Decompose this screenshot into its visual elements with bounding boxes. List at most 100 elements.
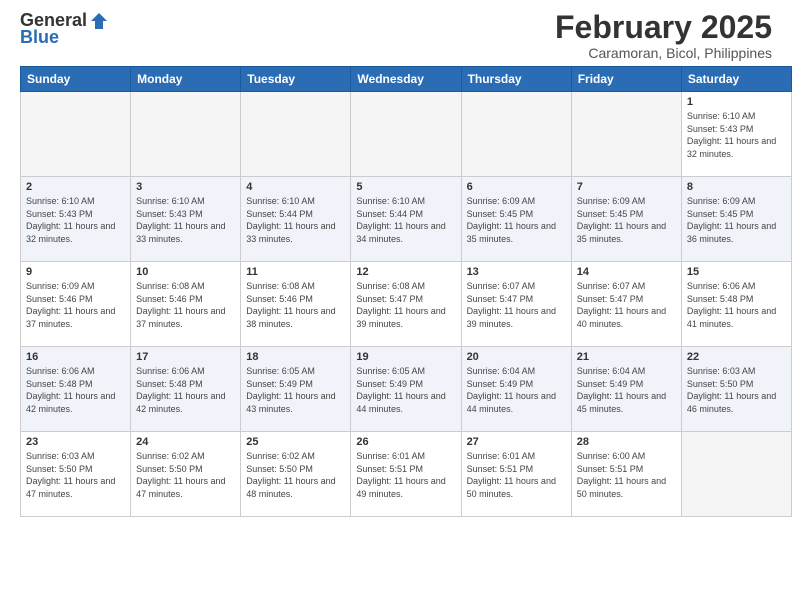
- day-info: Sunrise: 6:08 AMSunset: 5:46 PMDaylight:…: [136, 280, 235, 330]
- day-cell-21: 21Sunrise: 6:04 AMSunset: 5:49 PMDayligh…: [571, 347, 681, 432]
- day-number: 17: [136, 351, 235, 363]
- day-info: Sunrise: 6:06 AMSunset: 5:48 PMDaylight:…: [687, 280, 786, 330]
- title-section: February 2025 Caramoran, Bicol, Philippi…: [555, 10, 772, 61]
- day-info: Sunrise: 6:07 AMSunset: 5:47 PMDaylight:…: [577, 280, 676, 330]
- day-info: Sunrise: 6:10 AMSunset: 5:43 PMDaylight:…: [687, 110, 786, 160]
- day-info: Sunrise: 6:09 AMSunset: 5:45 PMDaylight:…: [577, 195, 676, 245]
- day-cell-28: 28 Sunrise: 6:00 AMSunset: 5:51 PMDayligh…: [571, 432, 681, 517]
- day-cell-24: 24Sunrise: 6:02 AMSunset: 5:50 PMDayligh…: [131, 432, 241, 517]
- day-number: 18: [246, 351, 345, 363]
- day-info: Sunrise: 6:03 AMSunset: 5:50 PMDaylight:…: [26, 450, 125, 500]
- day-cell-26: 26 Sunrise: 6:01 AMSunset: 5:51 PMDayligh…: [351, 432, 461, 517]
- day-number: 22: [687, 351, 786, 363]
- day-number: 14: [577, 266, 676, 278]
- day-info: Sunrise: 6:02 AMSunset: 5:50 PMDaylight:…: [246, 450, 345, 500]
- day-number: 9: [26, 266, 125, 278]
- day-cell-1: 1 Sunrise: 6:10 AMSunset: 5:43 PMDaylight…: [681, 92, 791, 177]
- day-cell-5: 5Sunrise: 6:10 AMSunset: 5:44 PMDaylight…: [351, 177, 461, 262]
- day-number: 24: [136, 436, 235, 448]
- day-number: 21: [577, 351, 676, 363]
- day-cell-11: 11 Sunrise: 6:08 AMSunset: 5:46 PMDayligh…: [241, 262, 351, 347]
- calendar-table: SundayMondayTuesdayWednesdayThursdayFrid…: [20, 66, 792, 517]
- day-number: 20: [467, 351, 566, 363]
- day-header-thursday: Thursday: [461, 67, 571, 92]
- day-cell-27: 27Sunrise: 6:01 AMSunset: 5:51 PMDayligh…: [461, 432, 571, 517]
- day-cell-2: 2 Sunrise: 6:10 AMSunset: 5:43 PMDaylight…: [21, 177, 131, 262]
- day-cell-8: 8 Sunrise: 6:09 AMSunset: 5:45 PMDaylight…: [681, 177, 791, 262]
- day-info: Sunrise: 6:08 AMSunset: 5:47 PMDaylight:…: [356, 280, 455, 330]
- day-info: Sunrise: 6:10 AMSunset: 5:43 PMDaylight:…: [136, 195, 235, 245]
- day-number: 19: [356, 351, 455, 363]
- day-header-monday: Monday: [131, 67, 241, 92]
- day-cell-17: 17 Sunrise: 6:06 AMSunset: 5:48 PMDayligh…: [131, 347, 241, 432]
- page-header: General Blue February 2025 Caramoran, Bi…: [0, 0, 792, 66]
- day-cell-empty-0-3: [351, 92, 461, 177]
- day-info: Sunrise: 6:00 AMSunset: 5:51 PMDaylight:…: [577, 450, 676, 500]
- day-cell-16: 16 Sunrise: 6:06 AMSunset: 5:48 PMDayligh…: [21, 347, 131, 432]
- calendar-wrapper: SundayMondayTuesdayWednesdayThursdayFrid…: [0, 66, 792, 527]
- day-number: 4: [246, 181, 345, 193]
- day-cell-20: 20 Sunrise: 6:04 AMSunset: 5:49 PMDayligh…: [461, 347, 571, 432]
- day-cell-12: 12Sunrise: 6:08 AMSunset: 5:47 PMDayligh…: [351, 262, 461, 347]
- day-cell-13: 13Sunrise: 6:07 AMSunset: 5:47 PMDayligh…: [461, 262, 571, 347]
- day-cell-25: 25Sunrise: 6:02 AMSunset: 5:50 PMDayligh…: [241, 432, 351, 517]
- month-title: February 2025: [555, 10, 772, 45]
- calendar-week-2: 2 Sunrise: 6:10 AMSunset: 5:43 PMDaylight…: [21, 177, 792, 262]
- day-number: 28: [577, 436, 676, 448]
- calendar-week-1: 1 Sunrise: 6:10 AMSunset: 5:43 PMDaylight…: [21, 92, 792, 177]
- day-info: Sunrise: 6:09 AMSunset: 5:45 PMDaylight:…: [687, 195, 786, 245]
- logo-icon: [89, 11, 109, 31]
- logo: General Blue: [20, 10, 109, 48]
- day-number: 23: [26, 436, 125, 448]
- day-cell-9: 9 Sunrise: 6:09 AMSunset: 5:46 PMDaylight…: [21, 262, 131, 347]
- day-number: 3: [136, 181, 235, 193]
- day-info: Sunrise: 6:04 AMSunset: 5:49 PMDaylight:…: [467, 365, 566, 415]
- day-cell-empty-0-2: [241, 92, 351, 177]
- day-number: 10: [136, 266, 235, 278]
- day-cell-15: 15 Sunrise: 6:06 AMSunset: 5:48 PMDayligh…: [681, 262, 791, 347]
- day-number: 1: [687, 96, 786, 108]
- day-number: 6: [467, 181, 566, 193]
- calendar-week-3: 9 Sunrise: 6:09 AMSunset: 5:46 PMDaylight…: [21, 262, 792, 347]
- day-cell-empty-0-0: [21, 92, 131, 177]
- day-header-sunday: Sunday: [21, 67, 131, 92]
- day-cell-23: 23 Sunrise: 6:03 AMSunset: 5:50 PMDayligh…: [21, 432, 131, 517]
- day-number: 26: [356, 436, 455, 448]
- day-cell-3: 3 Sunrise: 6:10 AMSunset: 5:43 PMDaylight…: [131, 177, 241, 262]
- day-number: 16: [26, 351, 125, 363]
- day-info: Sunrise: 6:09 AMSunset: 5:45 PMDaylight:…: [467, 195, 566, 245]
- day-header-friday: Friday: [571, 67, 681, 92]
- day-cell-4: 4 Sunrise: 6:10 AMSunset: 5:44 PMDaylight…: [241, 177, 351, 262]
- day-cell-22: 22Sunrise: 6:03 AMSunset: 5:50 PMDayligh…: [681, 347, 791, 432]
- day-number: 11: [246, 266, 345, 278]
- day-info: Sunrise: 6:08 AMSunset: 5:46 PMDaylight:…: [246, 280, 345, 330]
- day-cell-empty-4-6: [681, 432, 791, 517]
- day-info: Sunrise: 6:05 AMSunset: 5:49 PMDaylight:…: [246, 365, 345, 415]
- day-number: 27: [467, 436, 566, 448]
- day-number: 8: [687, 181, 786, 193]
- day-cell-empty-0-5: [571, 92, 681, 177]
- day-cell-empty-0-1: [131, 92, 241, 177]
- day-cell-7: 7 Sunrise: 6:09 AMSunset: 5:45 PMDaylight…: [571, 177, 681, 262]
- day-number: 15: [687, 266, 786, 278]
- day-number: 2: [26, 181, 125, 193]
- day-cell-18: 18 Sunrise: 6:05 AMSunset: 5:49 PMDayligh…: [241, 347, 351, 432]
- day-cell-empty-0-4: [461, 92, 571, 177]
- day-info: Sunrise: 6:10 AMSunset: 5:43 PMDaylight:…: [26, 195, 125, 245]
- logo-blue-text: Blue: [20, 27, 59, 48]
- day-number: 7: [577, 181, 676, 193]
- day-cell-14: 14 Sunrise: 6:07 AMSunset: 5:47 PMDayligh…: [571, 262, 681, 347]
- day-cell-10: 10 Sunrise: 6:08 AMSunset: 5:46 PMDayligh…: [131, 262, 241, 347]
- day-cell-6: 6 Sunrise: 6:09 AMSunset: 5:45 PMDaylight…: [461, 177, 571, 262]
- day-info: Sunrise: 6:09 AMSunset: 5:46 PMDaylight:…: [26, 280, 125, 330]
- day-info: Sunrise: 6:06 AMSunset: 5:48 PMDaylight:…: [26, 365, 125, 415]
- location-text: Caramoran, Bicol, Philippines: [555, 45, 772, 61]
- calendar-header-row: SundayMondayTuesdayWednesdayThursdayFrid…: [21, 67, 792, 92]
- day-header-tuesday: Tuesday: [241, 67, 351, 92]
- day-info: Sunrise: 6:10 AMSunset: 5:44 PMDaylight:…: [246, 195, 345, 245]
- day-info: Sunrise: 6:01 AMSunset: 5:51 PMDaylight:…: [356, 450, 455, 500]
- calendar-week-5: 23 Sunrise: 6:03 AMSunset: 5:50 PMDayligh…: [21, 432, 792, 517]
- day-header-wednesday: Wednesday: [351, 67, 461, 92]
- day-info: Sunrise: 6:06 AMSunset: 5:48 PMDaylight:…: [136, 365, 235, 415]
- day-info: Sunrise: 6:10 AMSunset: 5:44 PMDaylight:…: [356, 195, 455, 245]
